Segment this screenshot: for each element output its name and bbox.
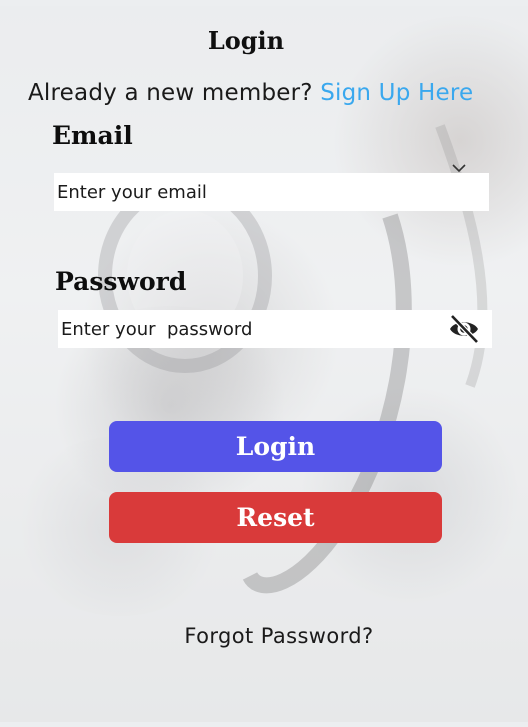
email-input[interactable] [54, 173, 489, 211]
password-field-container [58, 310, 492, 348]
forgot-password-link[interactable]: Forgot Password? [0, 624, 528, 648]
signup-prompt: Already a new member? Sign Up Here [28, 80, 473, 106]
eye-off-icon[interactable] [448, 314, 480, 344]
login-button[interactable]: Login [109, 421, 442, 472]
email-label: Email [52, 121, 133, 150]
password-label: Password [55, 267, 187, 296]
background-overlay [0, 6, 528, 722]
email-field-container [54, 173, 489, 211]
signup-link[interactable]: Sign Up Here [320, 80, 473, 106]
signup-prompt-text: Already a new member? [28, 80, 313, 106]
chevron-down-icon[interactable] [452, 163, 466, 173]
password-input[interactable] [58, 310, 492, 348]
reset-button[interactable]: Reset [109, 492, 442, 543]
page-title: Login [207, 26, 285, 55]
